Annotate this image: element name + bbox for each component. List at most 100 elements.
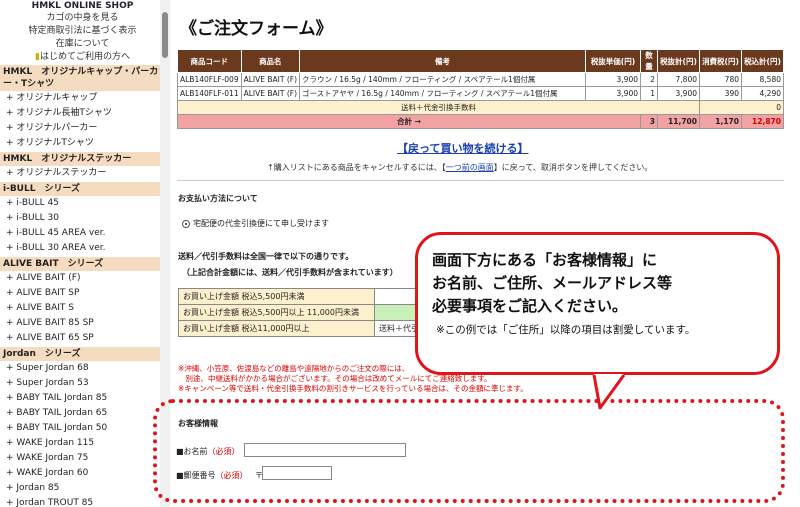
col-total: 税込計(円) xyxy=(741,49,784,73)
order-cell: 3,900 xyxy=(585,72,641,87)
sidebar-item[interactable]: + WAKE Jordan 60 xyxy=(0,466,165,481)
sidebar-item[interactable]: + i-BULL 45 AREA ver. xyxy=(0,226,165,241)
order-cell: クラウン / 16.5g / 140mm / フローティング / スペアテール1… xyxy=(299,72,586,87)
sidebar-item-label: BABY TAIL Jordan 65 xyxy=(16,408,108,418)
order-cell: ゴーストアヤヤ / 16.5g / 140mm / フローティング / スペアテ… xyxy=(299,86,586,101)
plus-icon: + xyxy=(6,303,17,313)
shipping-note: （上記合計金額には、送料／代引手数料が含まれています） xyxy=(182,268,398,277)
sidebar-item[interactable]: + Super Jordan 53 xyxy=(0,376,165,391)
sidebar-item-label: BABY TAIL Jordan 85 xyxy=(16,393,108,403)
plus-icon: + xyxy=(6,93,17,103)
category-heading[interactable]: i-BULL シリーズ xyxy=(0,181,165,196)
sidebar-item[interactable]: + ALIVE BAIT S xyxy=(0,301,165,316)
sidebar-item[interactable]: + オリジナルTシャツ xyxy=(0,136,165,151)
sidebar-item[interactable]: + ALIVE BAIT SP xyxy=(0,286,165,301)
total-label: 合計 → xyxy=(177,114,641,129)
cancel-note-post: 】に戻って、取消ボタンを押してください。 xyxy=(493,163,653,172)
total-row: 合計 → 3 11,700 1,170 12,870 xyxy=(177,114,784,129)
sidebar-item[interactable]: + BABY TAIL Jordan 85 xyxy=(0,391,165,406)
warning-text: ※キャンペーン等で送料・代金引換手数料の割引きサービスを行っている場合は、その金… xyxy=(178,384,528,393)
scrollbar-thumb[interactable] xyxy=(162,12,168,58)
category-heading[interactable]: Jordan シリーズ xyxy=(0,346,165,361)
shipping-row-label: お買い上げ金額 税込11,000円以上 xyxy=(178,320,375,337)
plus-icon: + xyxy=(6,408,17,418)
first-time-guide-label: はじめてご利用の方へ xyxy=(39,52,130,62)
order-cell: 390 xyxy=(699,86,742,101)
shipping-heading: 送料／代引手数料は全国一律で以下の通りです。 xyxy=(178,252,354,261)
total-tax: 1,170 xyxy=(699,114,742,129)
order-cell: ALB140FLF-009 xyxy=(177,72,242,87)
sidebar-item-label: ALIVE BAIT (F) xyxy=(16,273,81,283)
plus-icon: + xyxy=(6,228,17,238)
col-name: 商品名 xyxy=(240,49,301,73)
customer-info-highlight xyxy=(153,399,785,503)
shop-title: HMKL ONLINE SHOP xyxy=(31,1,134,11)
plus-icon: + xyxy=(6,318,17,328)
sidebar-item-label: BABY TAIL Jordan 50 xyxy=(16,423,108,433)
category-list: HMKL オリジナルキャップ・パーカー・Tシャツ + オリジナルキャップ + オリジ… xyxy=(0,64,165,507)
sidebar-item[interactable]: + ALIVE BAIT 65 SP xyxy=(0,331,165,346)
sidebar-item[interactable]: + WAKE Jordan 115 xyxy=(0,436,165,451)
sidebar-item[interactable]: + ALIVE BAIT 85 SP xyxy=(0,316,165,331)
sidebar-item-label: ALIVE BAIT S xyxy=(16,303,74,313)
payment-option[interactable]: 宅配便の代金引換便にて申し受けます xyxy=(182,218,329,229)
plus-icon: + xyxy=(6,378,17,388)
order-cell: 3,900 xyxy=(657,86,700,101)
order-cell: 1 xyxy=(640,86,658,101)
category-heading[interactable]: ALIVE BAIT シリーズ xyxy=(0,256,165,271)
continue-shopping-link[interactable]: 【戻って買い物を続ける】 xyxy=(397,140,528,156)
plus-icon: + xyxy=(6,483,17,493)
sidebar-item-label: オリジナルステッカー xyxy=(16,168,107,178)
col-code: 商品コード xyxy=(177,49,242,73)
plus-icon: + xyxy=(6,198,17,208)
legal-notice-link[interactable]: 特定商取引法に基づく表示 xyxy=(0,25,165,38)
sidebar-item-label: WAKE Jordan 60 xyxy=(16,468,89,478)
category-heading[interactable]: HMKL オリジナルキャップ・パーカー・Tシャツ xyxy=(0,64,165,91)
sidebar-item[interactable]: + オリジナル長袖Tシャツ xyxy=(0,106,165,121)
sidebar-item[interactable]: + オリジナルパーカー xyxy=(0,121,165,136)
sidebar: HMKL ONLINE SHOP カゴの中身を見る 特定商取引法に基づく表示 在… xyxy=(0,0,165,507)
cart-link[interactable]: カゴの中身を見る xyxy=(0,12,165,25)
plus-icon: + xyxy=(6,168,17,178)
sidebar-item-label: Super Jordan 53 xyxy=(16,378,89,388)
sidebar-item-label: オリジナル長袖Tシャツ xyxy=(16,108,112,118)
sidebar-item[interactable]: + BABY TAIL Jordan 65 xyxy=(0,406,165,421)
order-cell: 4,290 xyxy=(741,86,784,101)
callout-line: お名前、ご住所、メールアドレス等 xyxy=(432,274,673,292)
sidebar-item-label: ALIVE BAIT SP xyxy=(16,288,80,298)
divider xyxy=(177,180,784,181)
radio-button-icon[interactable] xyxy=(182,219,190,228)
sidebar-item[interactable]: + i-BULL 45 xyxy=(0,196,165,211)
order-cell: 3,900 xyxy=(585,86,641,101)
payment-heading: お支払い方法について xyxy=(178,194,258,203)
sidebar-item[interactable]: + WAKE Jordan 75 xyxy=(0,451,165,466)
sidebar-item[interactable]: + Jordan TROUT 85 xyxy=(0,496,165,507)
plus-icon: + xyxy=(6,213,17,223)
stock-link[interactable]: 在庫について xyxy=(0,38,165,51)
plus-icon: + xyxy=(6,333,17,343)
callout-tail-icon xyxy=(592,374,626,410)
callout-bubble: 画面下方にある「お客様情報」に お名前、ご住所、メールアドレス等 必要事項をご記… xyxy=(415,232,780,375)
first-time-guide-link[interactable]: ▮はじめてご利用の方へ xyxy=(0,51,165,64)
previous-page-link[interactable]: 一つ前の画面 xyxy=(446,163,494,172)
category-heading[interactable]: HMKL オリジナルステッカー xyxy=(0,151,165,166)
sidebar-item[interactable]: + i-BULL 30 AREA ver. xyxy=(0,241,165,256)
fee-value: 0 xyxy=(699,100,784,115)
sidebar-item[interactable]: + BABY TAIL Jordan 50 xyxy=(0,421,165,436)
col-unit-price: 税抜単価(円) xyxy=(585,49,641,73)
plus-icon: + xyxy=(6,288,17,298)
sidebar-item-label: WAKE Jordan 115 xyxy=(16,438,95,448)
sidebar-item[interactable]: + Super Jordan 68 xyxy=(0,361,165,376)
sidebar-item[interactable]: + i-BULL 30 xyxy=(0,211,165,226)
order-row: ALB140FLF-011 ALIVE BAIT (F) ゴーストアヤヤ / 16.… xyxy=(177,86,784,101)
sidebar-item[interactable]: + Jordan 85 xyxy=(0,481,165,496)
sidebar-item[interactable]: + オリジナルステッカー xyxy=(0,166,165,181)
sidebar-item[interactable]: + ALIVE BAIT (F) xyxy=(0,271,165,286)
callout-note: ※この例では「ご住所」以降の項目は割愛しています。 xyxy=(436,324,696,336)
plus-icon: + xyxy=(6,138,17,148)
order-cell: ALB140FLF-011 xyxy=(177,86,242,101)
cancel-note: ↑購入リストにある商品をキャンセルするには、【一つ前の画面】に戻って、取消ボタン… xyxy=(267,162,652,173)
sidebar-item-label: Jordan TROUT 85 xyxy=(16,498,94,507)
order-cell: ALIVE BAIT (F) xyxy=(240,72,301,87)
sidebar-item[interactable]: + オリジナルキャップ xyxy=(0,91,165,106)
